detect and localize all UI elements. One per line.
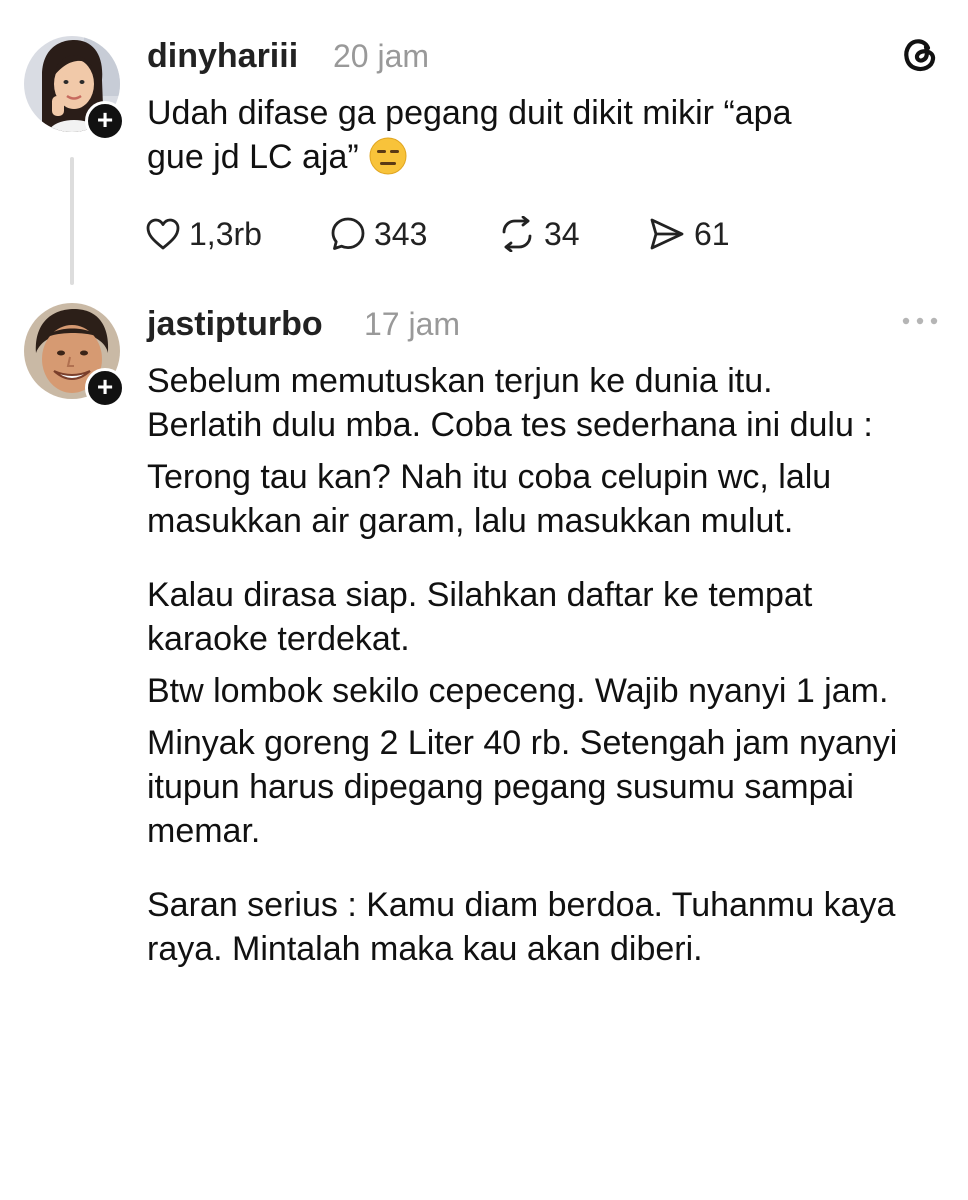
- comment-icon: [331, 217, 365, 250]
- reply-paragraph: Minyak goreng 2 Liter 40 rb. Setengah ja…: [147, 724, 898, 850]
- reply-button[interactable]: 343: [330, 212, 427, 256]
- expressionless-face-icon: [369, 137, 407, 175]
- reply-paragraph: Berlatih dulu mba. Coba tes sederhana in…: [147, 406, 873, 444]
- reply-count: 343: [374, 215, 428, 252]
- reply-paragraph: Sebelum memutuskan terjun ke dunia itu.: [147, 362, 773, 400]
- threads-logo-icon[interactable]: [900, 34, 940, 74]
- reply-paragraph: Saran serius : Kamu diam berdoa. Tuhanmu…: [147, 886, 896, 968]
- heart-icon: [146, 218, 180, 250]
- reply-text: Sebelum memutuskan terjun ke dunia itu. …: [147, 359, 937, 971]
- repost-icon: [502, 216, 532, 252]
- thread-connector-line: [70, 157, 74, 285]
- post-text-line-with-emoji: gue jd LC aja”: [147, 135, 937, 179]
- post-text-line: gue jd LC aja”: [147, 138, 359, 176]
- follow-plus-icon[interactable]: +: [85, 101, 125, 141]
- reply-paragraph: Terong tau kan? Nah itu coba celupin wc,…: [147, 458, 832, 540]
- reply-paragraph: Kalau dirasa siap. Silahkan daftar ke te…: [147, 576, 813, 658]
- repost-count: 34: [544, 215, 580, 252]
- more-dots-icon[interactable]: [900, 306, 940, 336]
- follow-plus-icon[interactable]: +: [85, 368, 125, 408]
- like-button[interactable]: 1,3rb: [145, 212, 262, 256]
- repost-button[interactable]: 34: [498, 212, 580, 256]
- post-text: Udah difase ga pegang duit dikit mikir “…: [147, 91, 937, 179]
- share-button[interactable]: 61: [648, 212, 730, 256]
- post-timestamp: 17 jam: [364, 306, 461, 342]
- like-count: 1,3rb: [189, 215, 262, 252]
- share-count: 61: [694, 215, 730, 252]
- send-icon: [650, 218, 684, 250]
- post-text-line: Udah difase ga pegang duit dikit mikir “…: [147, 94, 792, 132]
- reply-paragraph: Btw lombok sekilo cepeceng. Wajib nyanyi…: [147, 672, 889, 710]
- post-timestamp: 20 jam: [333, 38, 430, 74]
- post-username[interactable]: dinyhariii: [147, 37, 298, 76]
- post-username[interactable]: jastipturbo: [147, 305, 323, 344]
